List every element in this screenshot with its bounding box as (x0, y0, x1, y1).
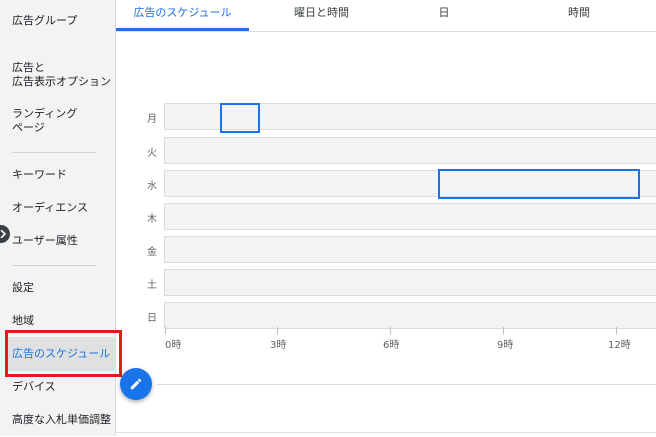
day-row-tuesday[interactable] (164, 137, 656, 164)
pencil-icon (130, 378, 142, 390)
hour-label-9: 9時 (497, 340, 514, 351)
chevron-right-icon (0, 230, 6, 238)
hour-tick (277, 327, 278, 334)
nav-divider (12, 265, 96, 266)
nav-keywords[interactable]: キーワード (12, 168, 67, 182)
nav-advanced-bid-adjustments[interactable]: 高度な入札単価調整 (12, 413, 111, 427)
tab-ad-schedule[interactable]: 広告のスケジュール (116, 0, 249, 31)
nav-demographics[interactable]: ユーザー属性 (12, 234, 78, 248)
tab-bar: 広告のスケジュール 曜日と時間 日 時間 (116, 0, 656, 32)
nav-ads-extensions-line2[interactable]: 広告表示オプション (12, 75, 111, 89)
day-label-friday: 金 (147, 247, 157, 258)
annotation-highlight-box (5, 330, 122, 377)
day-row-saturday[interactable] (164, 269, 656, 296)
nav-locations[interactable]: 地域 (12, 314, 34, 328)
day-row-thursday[interactable] (164, 203, 656, 230)
day-label-thursday: 木 (147, 214, 157, 225)
hour-tick (165, 327, 166, 334)
nav-settings[interactable]: 設定 (12, 281, 34, 295)
day-label-wednesday: 水 (147, 181, 157, 192)
tab-day-and-time[interactable]: 曜日と時間 (249, 0, 394, 31)
hour-tick (390, 327, 391, 334)
section-divider (157, 384, 656, 385)
hour-label-12: 12時 (608, 340, 631, 351)
tab-hour[interactable]: 時間 (494, 0, 656, 31)
day-label-monday: 月 (147, 114, 157, 125)
day-row-sunday[interactable] (164, 302, 656, 329)
hour-label-0: 0時 (165, 340, 182, 351)
day-label-tuesday: 火 (147, 148, 157, 159)
day-row-friday[interactable] (164, 236, 656, 263)
nav-devices[interactable]: デバイス (12, 380, 56, 394)
nav-audiences[interactable]: オーディエンス (12, 201, 88, 215)
hour-label-3: 3時 (270, 340, 287, 351)
edit-fab-button[interactable] (120, 368, 152, 400)
tab-day[interactable]: 日 (394, 0, 494, 31)
table-header-edge (116, 432, 656, 437)
hour-tick (616, 327, 617, 334)
hour-label-6: 6時 (383, 340, 400, 351)
nav-ads-extensions-line1[interactable]: 広告と (12, 61, 45, 75)
schedule-block-monday[interactable] (220, 103, 260, 133)
hour-tick (503, 327, 504, 334)
day-label-sunday: 日 (147, 313, 157, 324)
nav-divider (12, 152, 96, 153)
nav-landing-pages-line1[interactable]: ランディング (12, 107, 77, 121)
nav-landing-pages-line2[interactable]: ページ (12, 121, 45, 135)
nav-ad-groups[interactable]: 広告グループ (12, 14, 77, 28)
schedule-block-wednesday[interactable] (438, 169, 640, 199)
active-tab-indicator (116, 28, 249, 31)
day-label-saturday: 土 (147, 280, 157, 291)
